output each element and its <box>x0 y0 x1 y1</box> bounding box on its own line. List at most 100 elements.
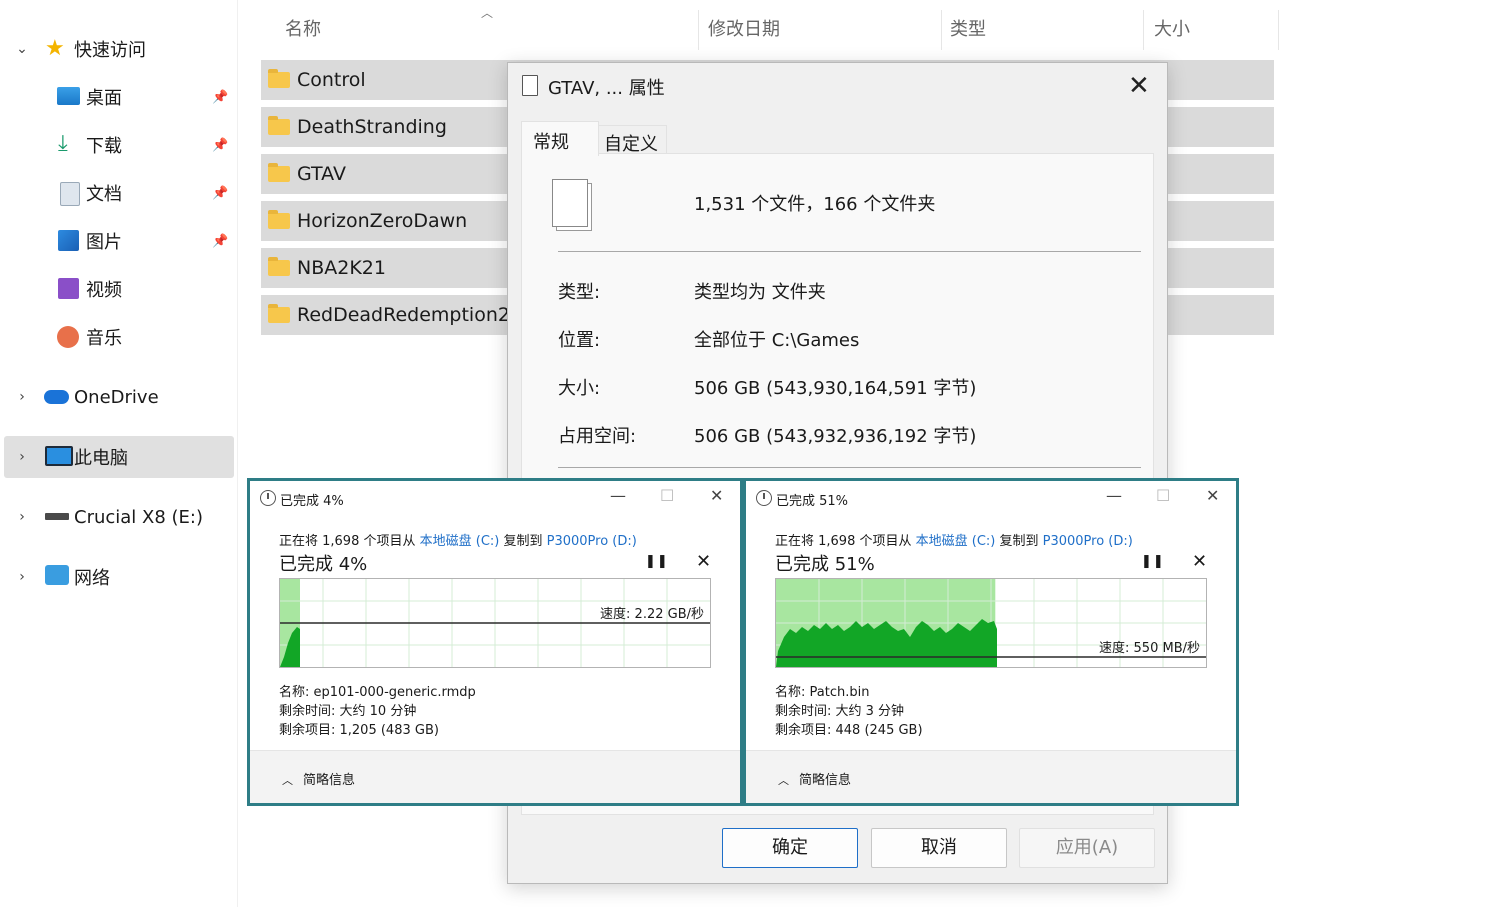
column-divider[interactable] <box>1278 10 1279 50</box>
chevron-right-icon[interactable]: › <box>15 569 29 585</box>
file-name: HorizonZeroDawn <box>297 210 468 232</box>
document-icon <box>60 182 80 206</box>
ok-button[interactable]: 确定 <box>722 828 858 868</box>
nav-this-pc[interactable]: › 此电脑 <box>0 437 237 477</box>
nav-label: 下载 <box>86 136 122 157</box>
folder-icon <box>268 210 290 229</box>
copy-description: 正在将 1,698 个项目从 本地磁盘 (C:) 复制到 P3000Pro (D… <box>279 534 637 549</box>
multiple-files-icon <box>552 179 592 231</box>
destination-link[interactable]: P3000Pro (D:) <box>547 534 637 549</box>
items-remaining: 剩余项目: 448 (245 GB) <box>775 723 923 738</box>
dialog-title: GTAV, ... 属性 <box>548 78 665 99</box>
destination-link[interactable]: P3000Pro (D:) <box>1043 534 1133 549</box>
nav-item-documents[interactable]: 文档 📌 <box>0 173 237 213</box>
folder-icon <box>268 116 290 135</box>
nav-network[interactable]: › 网络 <box>0 557 237 597</box>
folder-icon <box>268 69 290 88</box>
less-details-toggle[interactable]: ︿ 简略信息 <box>282 769 355 788</box>
column-header-date[interactable]: 修改日期 <box>708 10 780 50</box>
cancel-copy-icon[interactable]: ✕ <box>1192 551 1207 572</box>
speed-graph: 速度: 550 MB/秒 <box>775 578 1207 668</box>
folder-icon <box>268 304 290 323</box>
nav-item-desktop[interactable]: 桌面 📌 <box>0 77 237 117</box>
less-details-toggle[interactable]: ︿ 简略信息 <box>778 769 851 788</box>
nav-label: 桌面 <box>86 88 122 109</box>
folder-icon <box>268 257 290 276</box>
nav-label: Crucial X8 (E:) <box>74 506 204 528</box>
cancel-button[interactable]: 取消 <box>871 828 1007 868</box>
nav-drive-e[interactable]: › Crucial X8 (E:) <box>0 497 237 537</box>
minimize-icon[interactable]: — <box>610 486 626 505</box>
maximize-icon[interactable]: ☐ <box>660 486 674 505</box>
file-name: NBA2K21 <box>297 257 386 279</box>
graph-svg <box>280 579 710 667</box>
column-header-type[interactable]: 类型 <box>950 10 986 50</box>
column-header-size[interactable]: 大小 <box>1154 10 1190 50</box>
close-icon[interactable]: ✕ <box>1206 486 1219 505</box>
download-icon: ⤓ <box>58 131 68 156</box>
file-name: DeathStranding <box>297 116 447 138</box>
network-icon <box>45 565 69 585</box>
column-divider[interactable] <box>941 10 942 50</box>
file-name: RedDeadRedemption2 <box>297 304 510 326</box>
pin-icon[interactable]: 📌 <box>212 186 228 202</box>
pictures-icon <box>58 230 79 251</box>
maximize-icon[interactable]: ☐ <box>1156 486 1170 505</box>
file-count: 1,531 个文件，166 个文件夹 <box>694 194 936 215</box>
file-name: Control <box>297 69 366 91</box>
drive-icon <box>45 513 69 520</box>
nav-item-pictures[interactable]: 图片 📌 <box>0 221 237 261</box>
close-icon[interactable]: ✕ <box>710 486 723 505</box>
column-header-name[interactable]: 名称 <box>285 10 321 50</box>
pause-icon[interactable]: ❚❚ <box>1141 554 1165 569</box>
pin-icon[interactable]: 📌 <box>212 138 228 154</box>
nav-item-videos[interactable]: 视频 <box>0 269 237 309</box>
cancel-copy-icon[interactable]: ✕ <box>696 551 711 572</box>
clock-icon <box>756 490 772 506</box>
column-divider[interactable] <box>698 10 699 50</box>
source-link[interactable]: 本地磁盘 (C:) <box>916 534 996 549</box>
prop-label-size: 大小: <box>558 378 601 399</box>
prop-value-type: 类型均为 文件夹 <box>694 282 826 303</box>
speed-graph: 速度: 2.22 GB/秒 <box>279 578 711 668</box>
source-link[interactable]: 本地磁盘 (C:) <box>420 534 500 549</box>
chevron-right-icon[interactable]: › <box>15 449 29 465</box>
nav-label: 文档 <box>86 184 122 205</box>
column-divider[interactable] <box>1143 10 1144 50</box>
nav-item-music[interactable]: 音乐 <box>0 317 237 357</box>
tab-general[interactable]: 常规 <box>521 121 599 156</box>
pin-icon[interactable]: 📌 <box>212 234 228 250</box>
pin-icon[interactable]: 📌 <box>212 90 228 106</box>
window-title: 已完成 4% <box>280 494 344 509</box>
prop-value-size: 506 GB (543,930,164,591 字节) <box>694 378 977 399</box>
minimize-icon[interactable]: — <box>1106 486 1122 505</box>
nav-item-downloads[interactable]: ⤓ 下载 📌 <box>0 125 237 165</box>
file-icon <box>522 75 538 96</box>
nav-label: 图片 <box>86 232 122 253</box>
sort-up-icon: ︿ <box>481 6 494 20</box>
nav-quick-access[interactable]: ⌄ ★ 快速访问 <box>0 29 237 69</box>
speed-label: 速度: 2.22 GB/秒 <box>600 607 704 622</box>
chevron-right-icon[interactable]: › <box>15 389 29 405</box>
copy-progress-dialog: 已完成 4% — ☐ ✕ 正在将 1,698 个项目从 本地磁盘 (C:) 复制… <box>247 478 743 806</box>
chevron-up-icon: ︿ <box>282 774 293 787</box>
file-name-info: 名称: Patch.bin <box>775 685 870 700</box>
chevron-right-icon[interactable]: › <box>15 509 29 525</box>
folder-icon <box>268 163 290 182</box>
apply-button[interactable]: 应用(A) <box>1019 828 1155 868</box>
computer-icon <box>45 446 73 466</box>
window-title: 已完成 51% <box>776 494 849 509</box>
nav-label: 此电脑 <box>74 448 128 469</box>
prop-value-size-on-disk: 506 GB (543,932,936,192 字节) <box>694 426 977 447</box>
chevron-down-icon[interactable]: ⌄ <box>15 41 29 57</box>
nav-onedrive[interactable]: › OneDrive <box>0 377 237 417</box>
time-remaining: 剩余时间: 大约 10 分钟 <box>279 704 417 719</box>
desktop-icon <box>57 87 80 105</box>
tab-custom[interactable]: 自定义 <box>597 125 667 155</box>
close-icon[interactable]: ✕ <box>1128 71 1150 101</box>
prop-label-type: 类型: <box>558 282 601 303</box>
prop-label-location: 位置: <box>558 330 601 351</box>
pause-icon[interactable]: ❚❚ <box>645 554 669 569</box>
speed-label: 速度: 550 MB/秒 <box>1099 641 1200 656</box>
prop-value-location: 全部位于 C:\Games <box>694 330 860 351</box>
